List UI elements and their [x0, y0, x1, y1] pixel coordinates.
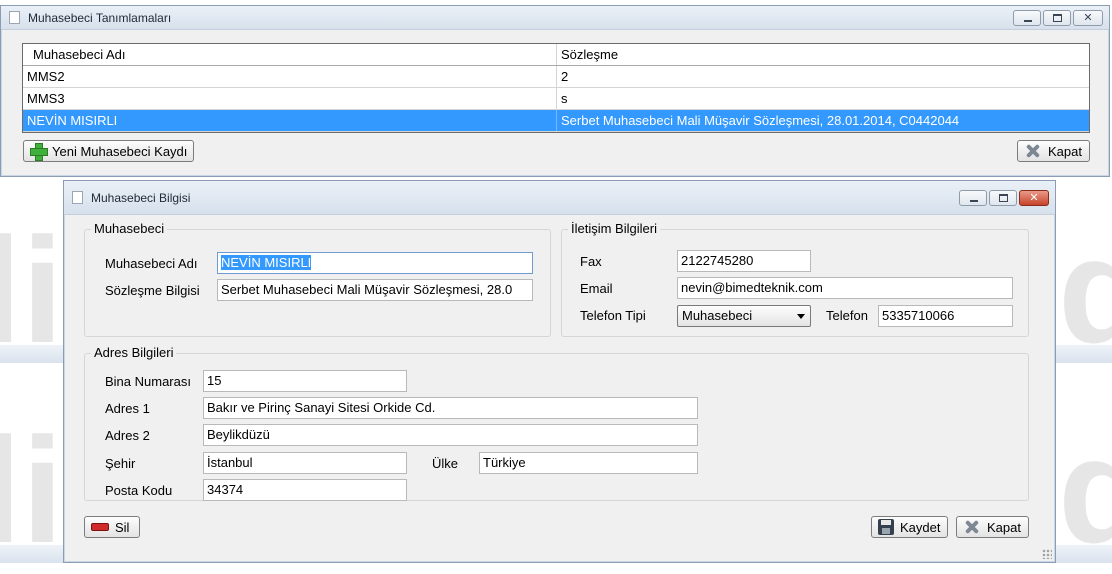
cell-contract: 2 — [561, 69, 569, 84]
fax-label: Fax — [580, 254, 602, 269]
list-window-controls: ✕ — [1013, 10, 1103, 26]
accountant-detail-window: Muhasebeci Bilgisi ✕ Muhasebeci Muhasebe… — [63, 180, 1056, 563]
table-row[interactable]: MMS2 2 — [23, 66, 1089, 88]
city-label: Şehir — [105, 456, 136, 471]
email-label: Email — [580, 281, 613, 296]
contract-info-input[interactable]: Serbet Muhasebeci Mali Müşavir Sözleşmes… — [217, 279, 533, 301]
resize-grip[interactable] — [1042, 549, 1052, 559]
accountant-group: Muhasebeci Muhasebeci Adı NEVİN MISIRLI … — [84, 221, 551, 337]
delete-label: Sil — [115, 519, 130, 535]
save-button[interactable]: Kaydet — [871, 516, 948, 538]
contact-group: İletişim Bilgileri Fax 2122745280 Email … — [561, 221, 1029, 337]
close-window-button[interactable]: ✕ — [1073, 10, 1103, 26]
detail-window-controls: ✕ — [959, 190, 1049, 206]
list-window-title: Muhasebeci Tanımlamaları — [28, 10, 172, 25]
address-group: Adres Bilgileri Bina Numarası 15 Adres 1… — [84, 345, 1029, 501]
building-number-input[interactable]: 15 — [203, 370, 407, 392]
close-window-button[interactable]: ✕ — [1019, 190, 1049, 206]
table-row[interactable]: MMS3 s — [23, 88, 1089, 110]
contact-group-title: İletişim Bilgileri — [568, 221, 660, 236]
plus-icon — [30, 143, 48, 161]
country-input[interactable]: Türkiye — [479, 452, 698, 474]
country-label: Ülke — [432, 456, 459, 471]
city-input[interactable]: İstanbul — [203, 452, 407, 474]
grid-header: Muhasebeci Adı Sözleşme — [23, 44, 1089, 66]
minimize-icon — [1024, 20, 1032, 22]
maximize-icon — [999, 194, 1008, 202]
detail-window-titlebar[interactable]: Muhasebeci Bilgisi ✕ — [64, 181, 1055, 215]
fax-input[interactable]: 2122745280 — [677, 250, 811, 272]
column-header-contract[interactable]: Sözleşme — [557, 44, 1089, 65]
cell-name: MMS2 — [23, 66, 557, 87]
minimize-button[interactable] — [959, 190, 987, 206]
accountant-name-label: Muhasebeci Adı — [105, 256, 198, 271]
cell-contract: s — [561, 91, 568, 106]
postal-code-input[interactable]: 34374 — [203, 479, 407, 501]
phone-type-value: Muhasebeci — [682, 308, 753, 323]
document-icon — [72, 191, 83, 204]
detail-window-title: Muhasebeci Bilgisi — [91, 190, 191, 205]
address1-input[interactable]: Bakır ve Pirinç Sanayi Sitesi Orkide Cd. — [203, 397, 698, 419]
cell-contract: Serbet Muhasebeci Mali Müşavir Sözleşmes… — [561, 113, 960, 128]
accountant-group-title: Muhasebeci — [91, 221, 168, 236]
list-window-titlebar[interactable]: Muhasebeci Tanımlamaları ✕ — [1, 6, 1109, 30]
close-icon: ✕ — [1029, 191, 1039, 204]
accountant-list-window: Muhasebeci Tanımlamaları ✕ Muhasebeci Ad… — [0, 5, 1110, 177]
chevron-down-icon — [797, 314, 805, 319]
email-input[interactable]: nevin@bimedteknik.com — [677, 277, 1013, 299]
detail-close-label: Kapat — [987, 519, 1021, 535]
delete-button[interactable]: Sil — [84, 516, 140, 538]
maximize-button[interactable] — [1043, 10, 1071, 26]
phone-type-select[interactable]: Muhasebeci — [677, 305, 811, 327]
list-close-label: Kapat — [1048, 143, 1082, 159]
new-accountant-button[interactable]: Yeni Muhasebeci Kaydı — [23, 140, 195, 162]
address1-label: Adres 1 — [105, 401, 150, 416]
address-group-title: Adres Bilgileri — [91, 345, 177, 360]
maximize-icon — [1053, 14, 1062, 22]
desktop-watermark: li — [0, 206, 64, 374]
column-header-name[interactable]: Muhasebeci Adı — [23, 44, 557, 65]
disk-icon — [878, 519, 894, 535]
phone-label: Telefon — [826, 308, 868, 323]
x-icon — [1024, 143, 1042, 159]
address2-label: Adres 2 — [105, 428, 150, 443]
contract-info-label: Sözleşme Bilgisi — [105, 283, 200, 298]
table-row-selected[interactable]: NEVİN MISIRLI Serbet Muhasebeci Mali Müş… — [23, 110, 1089, 132]
minimize-button[interactable] — [1013, 10, 1041, 26]
maximize-button[interactable] — [989, 190, 1017, 206]
detail-close-button[interactable]: Kapat — [956, 516, 1029, 538]
document-icon — [9, 11, 20, 24]
phone-input[interactable]: 5335710066 — [878, 305, 1013, 327]
address2-input[interactable]: Beylikdüzü — [203, 424, 698, 446]
cell-name: MMS3 — [23, 88, 557, 109]
x-icon — [963, 519, 981, 535]
postal-code-label: Posta Kodu — [105, 483, 173, 498]
list-close-button[interactable]: Kapat — [1017, 140, 1090, 162]
accountant-name-value: NEVİN MISIRLI — [221, 255, 312, 270]
save-label: Kaydet — [900, 519, 941, 535]
accountant-name-input[interactable]: NEVİN MISIRLI — [217, 252, 533, 274]
minus-icon — [91, 523, 109, 531]
minimize-icon — [970, 200, 978, 202]
desktop-watermark: li — [0, 406, 64, 574]
cell-name: NEVİN MISIRLI — [23, 110, 557, 131]
new-accountant-label: Yeni Muhasebeci Kaydı — [52, 143, 188, 159]
close-icon: ✕ — [1083, 11, 1093, 24]
desktop-watermark: d — [1058, 206, 1112, 374]
accountant-grid: Muhasebeci Adı Sözleşme MMS2 2 MMS3 s NE… — [22, 43, 1090, 133]
phone-type-label: Telefon Tipi — [580, 308, 646, 323]
desktop-watermark: d — [1058, 406, 1112, 574]
building-number-label: Bina Numarası — [105, 374, 191, 389]
